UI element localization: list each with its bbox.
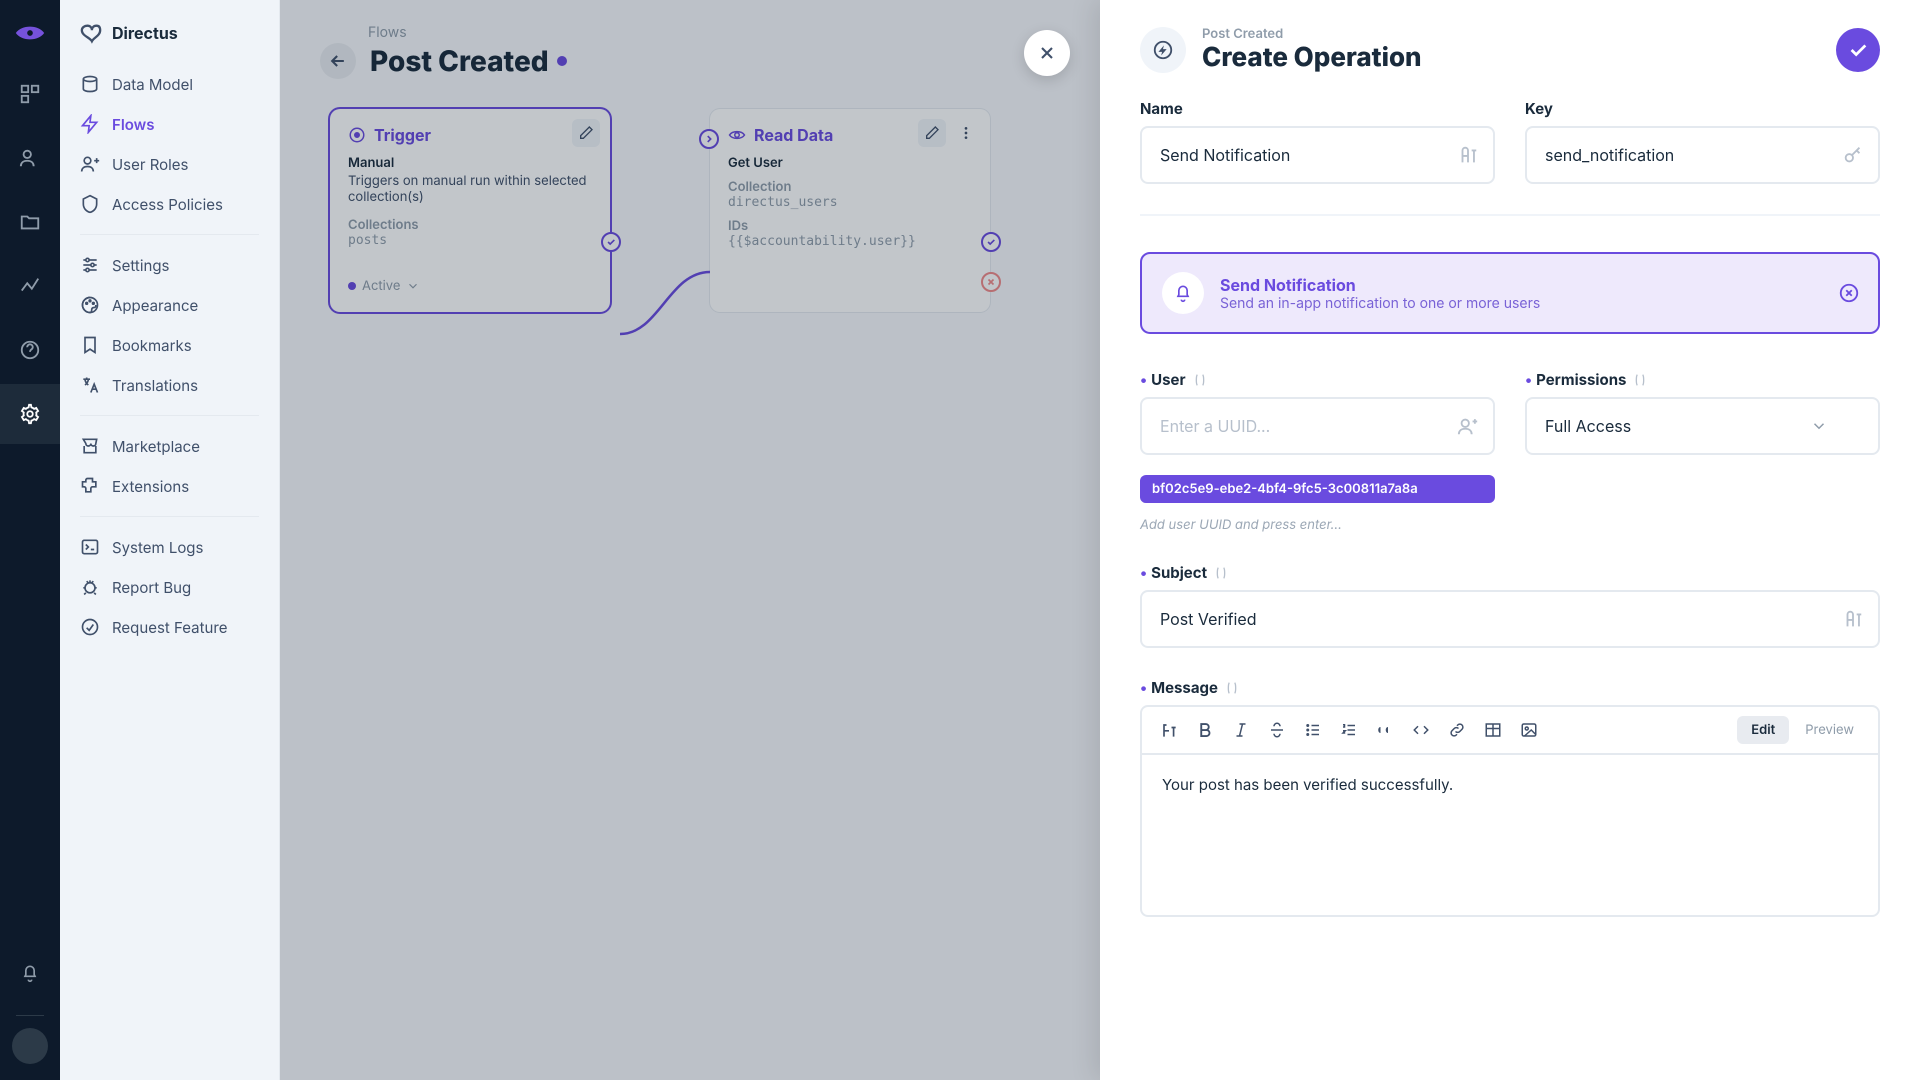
nav-extensions[interactable]: Extensions [60,466,279,506]
nav-access-policies[interactable]: Access Policies [60,184,279,224]
variable-hint-icon[interactable] [1213,565,1229,581]
bold-icon[interactable] [1188,713,1222,747]
permissions-label: Permissions [1536,370,1626,389]
operation-type-card[interactable]: Send Notification Send an in-app notific… [1140,252,1880,334]
drawer-title: Create Operation [1202,42,1422,73]
settings-sidebar: Directus Data Model Flows User Roles Acc… [60,0,280,1080]
nav-translations[interactable]: Translations [60,365,279,405]
key-icon[interactable] [1842,144,1864,166]
permissions-select[interactable]: Full Access [1525,397,1880,455]
icon-rail [0,0,60,1080]
confirm-button[interactable] [1836,28,1880,72]
message-editor: Edit Preview Your post has been verified… [1140,705,1880,917]
rail-notifications-icon[interactable] [0,943,60,1003]
key-input[interactable] [1525,126,1880,184]
edit-mode-button[interactable]: Edit [1737,716,1789,744]
nav-system-logs[interactable]: System Logs [60,527,279,567]
logo-icon [13,16,47,50]
close-button[interactable] [1024,30,1070,76]
rail-divider [16,1015,44,1016]
subject-input[interactable] [1140,590,1880,648]
nav-request-feature[interactable]: Request Feature [60,607,279,647]
italic-icon[interactable] [1224,713,1258,747]
ol-icon[interactable] [1332,713,1366,747]
drawer-crumb: Post Created [1202,26,1422,42]
nav-bookmarks[interactable]: Bookmarks [60,325,279,365]
nav-user-roles[interactable]: User Roles [60,144,279,184]
brand-label: Directus [112,23,178,43]
image-icon[interactable] [1512,713,1546,747]
key-label: Key [1525,99,1880,118]
flow-canvas: Flows Post Created Trigger Manual Trigge… [280,0,1100,1080]
rail-docs-icon[interactable] [0,320,60,380]
nav-flows[interactable]: Flows [60,104,279,144]
rail-settings-icon[interactable] [0,384,60,444]
variable-hint-icon[interactable] [1192,372,1208,388]
heading-icon[interactable] [1152,713,1186,747]
table-icon[interactable] [1476,713,1510,747]
chevron-down-icon [1810,417,1828,435]
operation-header-icon [1140,27,1186,73]
subject-label: Subject [1151,563,1207,582]
modal-overlay[interactable] [280,0,1100,1080]
message-label: Message [1151,678,1218,697]
name-label: Name [1140,99,1495,118]
clear-operation-icon[interactable] [1838,282,1860,304]
user-chip[interactable]: bf02c5e9-ebe2-4bf4-9fc5-3c00811a7a8a [1140,475,1495,503]
user-avatar[interactable] [12,1028,48,1064]
nav-appearance[interactable]: Appearance [60,285,279,325]
users-picker-icon[interactable] [1457,415,1479,437]
code-icon[interactable] [1404,713,1438,747]
ul-icon[interactable] [1296,713,1330,747]
text-format-icon[interactable] [1842,608,1864,630]
rail-insights-icon[interactable] [0,256,60,316]
rail-collections-icon[interactable] [0,64,60,124]
nav-data-model[interactable]: Data Model [60,64,279,104]
create-operation-drawer: Post Created Create Operation Name Key [1100,0,1920,1080]
user-helper: Add user UUID and press enter... [1140,517,1495,533]
user-input[interactable] [1140,397,1495,455]
link-icon[interactable] [1440,713,1474,747]
rail-users-icon[interactable] [0,128,60,188]
text-format-icon[interactable] [1457,144,1479,166]
bell-icon [1162,272,1204,314]
preview-mode-button[interactable]: Preview [1791,716,1868,744]
brand: Directus [60,12,279,64]
nav-settings[interactable]: Settings [60,245,279,285]
variable-hint-icon[interactable] [1224,680,1240,696]
variable-hint-icon[interactable] [1632,372,1648,388]
nav-report-bug[interactable]: Report Bug [60,567,279,607]
message-textarea[interactable]: Your post has been verified successfully… [1142,755,1878,915]
name-input[interactable] [1140,126,1495,184]
user-label: User [1151,370,1185,389]
rail-files-icon[interactable] [0,192,60,252]
strike-icon[interactable] [1260,713,1294,747]
quote-icon[interactable] [1368,713,1402,747]
nav-marketplace[interactable]: Marketplace [60,426,279,466]
